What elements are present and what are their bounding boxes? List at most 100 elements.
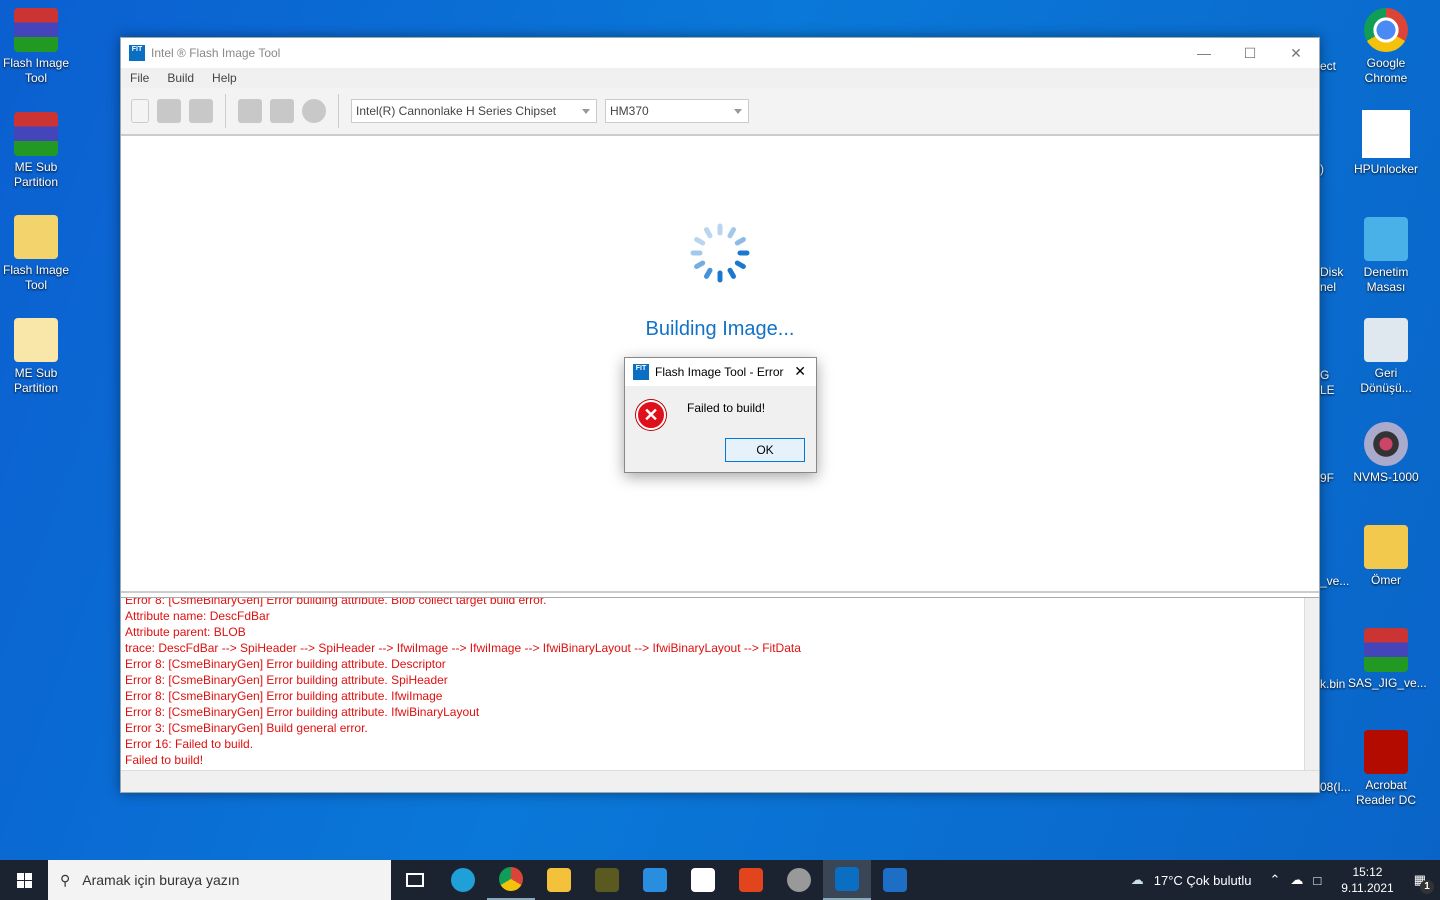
notification-icon[interactable]: ▦ 1 [1414,872,1434,894]
network-icon[interactable]: □ [1313,873,1321,888]
date: 9.11.2021 [1341,881,1394,895]
icon-label: Acrobat Reader DC [1355,778,1417,807]
iflix-icon[interactable] [583,860,631,900]
error-icon: ✕ [636,400,666,430]
error-dialog: FIT Flash Image Tool - Error ✕ ✕ Failed … [624,357,817,473]
desktop-icon[interactable]: Denetim Masası [1348,217,1424,295]
status-bar [121,770,1319,792]
new-file-icon[interactable] [131,99,149,123]
log-line: Error 16: Failed to build. [125,737,254,751]
edge-icon[interactable] [439,860,487,900]
app-icon: FIT [129,45,145,61]
log-line: Error 8: [CsmeBinaryGen] Error building … [125,673,448,687]
log-line: Error 8: [CsmeBinaryGen] Error building … [125,597,547,607]
tools-icon[interactable] [302,99,326,123]
onedrive-icon[interactable]: ☁ [1290,872,1303,888]
peek-label: _ve... [1320,574,1350,588]
log-line: Attribute name: DescFdBar [125,609,270,623]
office-icon[interactable] [727,860,775,900]
icon-label: NVMS-1000 [1353,470,1419,484]
dialog-close-button[interactable]: ✕ [794,363,806,380]
menu-file[interactable]: File [121,71,158,85]
desktop-icon-chrome[interactable]: Google Chrome [1348,8,1424,86]
sku-value: HM370 [610,104,649,118]
log-line: trace: DescFdBar --> SpiHeader --> SpiHe… [125,641,801,655]
taskbar: ⚲ Aramak için buraya yazın ☁ 17°C Çok bul… [0,860,1440,900]
ok-button[interactable]: OK [725,438,805,462]
settings-gear-icon[interactable] [270,99,294,123]
mail-icon[interactable] [631,860,679,900]
peek-label: 9F [1320,471,1335,485]
notification-count: 1 [1420,880,1434,894]
icon-label: HPUnlocker [1353,162,1419,176]
file-explorer-icon[interactable] [535,860,583,900]
desktop-icon-recycle-bin[interactable]: Geri Dönüşü... [1348,318,1424,396]
desktop-icon[interactable]: Ömer [1348,525,1424,588]
close-button[interactable]: ✕ [1273,38,1319,68]
weather-text[interactable]: 17°C Çok bulutlu [1154,873,1252,888]
search-icon: ⚲ [60,871,71,888]
peek-label: 08(I... [1320,780,1351,794]
loading-spinner-icon [690,223,750,283]
icon-label: SAS_JIG_ve... [1348,676,1427,690]
store-icon[interactable] [679,860,727,900]
peek-label: ect [1320,59,1337,73]
icon-label: Flash Image Tool [2,263,70,292]
icon-label: Geri Dönüşü... [1360,366,1412,395]
desktop-icon[interactable]: ME Sub Partition [0,112,74,190]
desktop-icon[interactable]: HPUnlocker [1348,110,1424,177]
chevron-down-icon [582,109,590,118]
time: 15:12 [1352,865,1383,879]
print-icon[interactable] [157,99,181,123]
weather-cloud-icon[interactable]: ☁ [1131,872,1144,888]
photos-icon[interactable] [871,860,919,900]
desktop-icon[interactable]: NVMS-1000 [1348,422,1424,485]
search-placeholder: Aramak için buraya yazın [82,872,240,888]
chevron-down-icon [734,109,742,118]
icon-label: Google Chrome [1364,56,1408,85]
desktop-icon[interactable]: Acrobat Reader DC [1348,730,1424,808]
chrome-icon[interactable] [487,860,535,900]
log-line: Error 3: [CsmeBinaryGen] Build general e… [125,721,368,735]
peek-label: k.bin [1320,677,1346,691]
chipset-value: Intel(R) Cannonlake H Series Chipset [356,104,557,118]
start-button[interactable] [0,860,48,900]
desktop-icon[interactable]: SAS_JIG_ve... [1348,628,1427,691]
title-bar: FIT Intel ® Flash Image Tool — ☐ ✕ [121,38,1319,68]
chipset-select[interactable]: Intel(R) Cannonlake H Series Chipset [351,99,597,123]
log-scrollbar[interactable] [1304,598,1319,771]
minimize-button[interactable]: — [1181,38,1227,68]
log-line: Error 8: [CsmeBinaryGen] Error building … [125,705,480,719]
menu-build[interactable]: Build [158,71,203,85]
peek-label: ) [1320,162,1324,176]
menu-help[interactable]: Help [203,71,246,85]
toolbar-divider [225,94,226,128]
peek-label: Disk nel [1320,265,1344,294]
chevron-up-icon[interactable]: ⌃ [1269,872,1280,888]
log-line: Failed to build! [125,753,204,767]
edit-document-icon[interactable] [238,99,262,123]
build-log[interactable]: Error 8: [CsmeBinaryGen] Error building … [121,597,1319,771]
desktop-icon[interactable]: Flash Image Tool [0,8,74,86]
system-tray: ☁ 17°C Çok bulutlu ⌃ ☁ □ 15:12 9.11.2021 … [1131,860,1440,900]
icon-label: ME Sub Partition [13,366,59,395]
log-line: Attribute parent: BLOB [125,625,246,639]
flash-image-tool-taskbar-icon[interactable] [823,860,871,900]
task-view-icon[interactable] [391,860,439,900]
app-icon: FIT [633,364,649,380]
icon-label: ME Sub Partition [13,160,59,189]
save-icon[interactable] [189,99,213,123]
desktop-icon[interactable]: ME Sub Partition [0,318,74,396]
clock[interactable]: 15:12 9.11.2021 [1341,864,1394,896]
icon-label: Flash Image Tool [2,56,70,85]
sku-select[interactable]: HM370 [605,99,749,123]
taskbar-search[interactable]: ⚲ Aramak için buraya yazın [48,860,391,900]
desktop-icon[interactable]: Flash Image Tool [0,215,74,293]
nvms-icon[interactable] [775,860,823,900]
dialog-message: Failed to build! [687,401,766,415]
dialog-title: Flash Image Tool - Error [655,365,784,379]
menu-bar: File Build Help [121,68,1319,88]
peek-label: G LE [1320,368,1335,397]
dialog-title-bar: FIT Flash Image Tool - Error ✕ [625,358,816,386]
maximize-button[interactable]: ☐ [1227,38,1273,68]
